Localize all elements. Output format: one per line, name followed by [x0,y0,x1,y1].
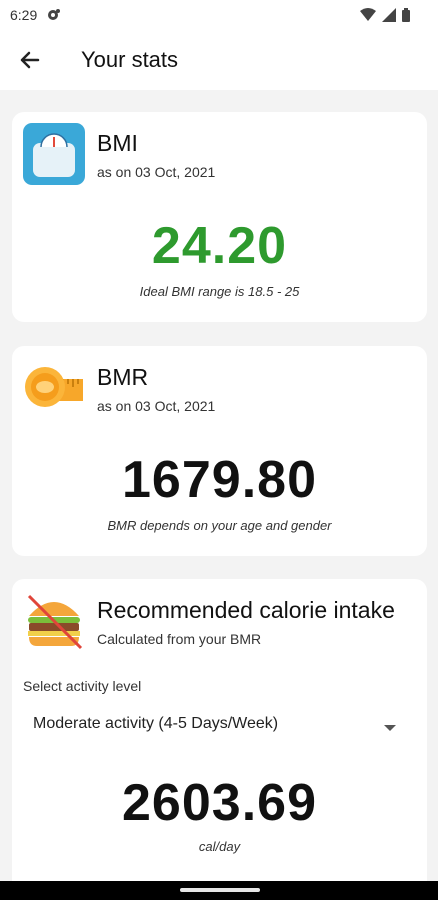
bmr-date: as on 03 Oct, 2021 [97,398,216,414]
status-bar: 6:29 [0,0,438,30]
bmr-note: BMR depends on your age and gender [107,518,332,533]
bmi-note: Ideal BMI range is 18.5 - 25 [139,284,300,299]
battery-icon [402,8,410,27]
signal-icon [382,8,396,27]
scale-icon [23,123,85,185]
bmr-title: BMR [97,364,149,390]
calorie-title: Recommended calorie intake [97,597,395,623]
activity-level-label: Select activity level [23,678,142,694]
activity-level-select[interactable]: Moderate activity (4-5 Days/Week) [33,715,278,733]
dropdown-arrow-icon[interactable] [383,720,397,731]
bmr-card: BMR as on 03 Oct, 2021 1679.80 BMR depen… [12,346,427,556]
home-handle[interactable] [180,888,260,892]
back-arrow-icon[interactable] [16,46,44,74]
bmi-card: BMI as on 03 Oct, 2021 24.20 Ideal BMI r… [12,112,427,322]
bmi-date: as on 03 Oct, 2021 [97,164,216,180]
notification-icon [47,8,61,27]
calorie-value: 2603.69 [122,774,317,832]
system-nav-bar [0,881,438,900]
status-time: 6:29 [10,7,38,23]
calorie-subtitle: Calculated from your BMR [97,631,262,647]
no-burger-icon [23,590,85,652]
calorie-card: Recommended calorie intake Calculated fr… [12,579,427,899]
app-bar: Your stats [0,30,438,90]
bmi-title: BMI [97,130,138,156]
measuring-tape-icon [23,357,85,419]
bmr-value: 1679.80 [122,451,317,509]
calorie-unit: cal/day [198,839,241,854]
wifi-icon [360,8,376,27]
page-title: Your stats [81,47,179,72]
bmi-value: 24.20 [151,217,288,275]
